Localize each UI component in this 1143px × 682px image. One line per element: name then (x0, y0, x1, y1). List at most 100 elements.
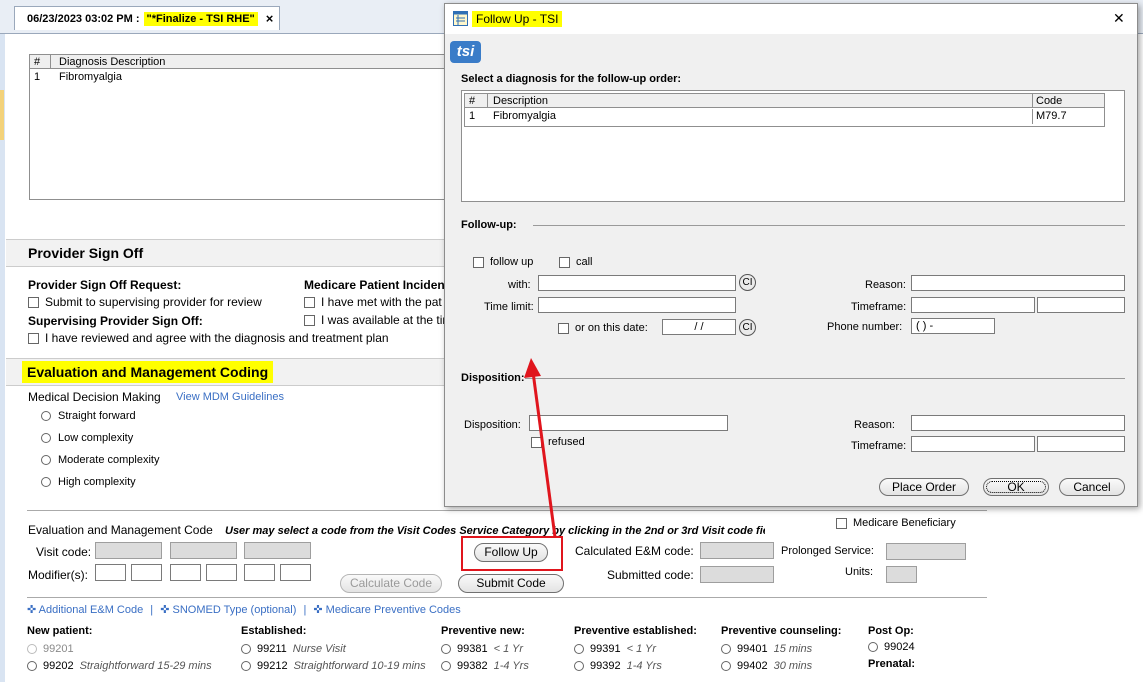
date-picker-button[interactable]: CI (739, 319, 756, 336)
modifier-field[interactable] (131, 564, 162, 581)
radio[interactable] (241, 661, 251, 671)
table-row[interactable]: 1 Fibromyalgia M79.7 (465, 109, 1104, 124)
additional-em-code-link[interactable]: ✜ Additional E&M Code (27, 604, 143, 616)
visit-code-option[interactable]: 99402 30 mins (721, 660, 841, 672)
time-limit-input[interactable] (538, 297, 736, 313)
tab-finalize[interactable]: 06/23/2023 03:02 PM : "*Finalize - TSI R… (14, 6, 281, 30)
checkbox[interactable] (558, 322, 569, 334)
follow-up-dialog: Follow Up - TSI ✕ tsi Select a diagnosis… (444, 3, 1138, 507)
checkbox[interactable] (836, 517, 847, 529)
visit-code-option[interactable]: 99381 < 1 Yr (441, 643, 529, 655)
place-order-button[interactable]: Place Order (879, 478, 969, 496)
close-icon[interactable]: ✕ (1113, 10, 1125, 27)
timeframe-unit-input[interactable] (1037, 297, 1125, 313)
visit-code-option[interactable]: 99212 Straightforward 10-19 mins (241, 660, 426, 672)
follow-up-checkbox[interactable]: follow up (473, 256, 533, 268)
modifier-field[interactable] (95, 564, 126, 581)
group-title: New patient: (27, 625, 93, 637)
call-checkbox[interactable]: call (559, 256, 593, 268)
visit-code-field-1[interactable] (95, 542, 162, 559)
calculate-code-button[interactable]: Calculate Code (340, 574, 442, 593)
modifier-field[interactable] (206, 564, 237, 581)
or-date-checkbox[interactable]: or on this date: (558, 322, 648, 334)
radio[interactable] (41, 433, 51, 443)
submit-review-checkbox[interactable]: Submit to supervising provider for revie… (28, 295, 262, 309)
medicare-beneficiary-checkbox[interactable]: Medicare Beneficiary (836, 517, 956, 529)
modifier-field[interactable] (280, 564, 311, 581)
visit-code-option[interactable]: 99382 1-4 Yrs (441, 660, 529, 672)
mdm-option-high[interactable]: High complexity (41, 476, 136, 488)
radio[interactable] (241, 644, 251, 654)
disposition-timeframe-unit-input[interactable] (1037, 436, 1125, 452)
followup-diagnosis-grid[interactable]: # Description Code 1 Fibromyalgia M79.7 (461, 90, 1125, 202)
visit-code-option[interactable]: 99201 (27, 643, 212, 655)
radio[interactable] (41, 455, 51, 465)
visit-code-option[interactable]: 99024 (868, 641, 915, 653)
visit-code-option[interactable]: 99202 Straightforward 15-29 mins (27, 660, 212, 672)
visit-code-field-3[interactable] (244, 542, 311, 559)
checkbox-label: Medicare Beneficiary (853, 517, 956, 529)
visit-code-option[interactable]: 99392 1-4 Yrs (574, 660, 697, 672)
checkbox[interactable] (531, 436, 542, 448)
visit-code-option[interactable]: 99211 Nurse Visit (241, 643, 426, 655)
visit-code-option[interactable]: 99391 < 1 Yr (574, 643, 697, 655)
column-diagnosis: Diagnosis Description (59, 56, 166, 68)
checkbox[interactable] (473, 256, 484, 268)
checkbox[interactable] (28, 332, 39, 344)
mdm-option-moderate[interactable]: Moderate complexity (41, 454, 160, 466)
checkbox[interactable] (559, 256, 570, 268)
code: 99211 (257, 643, 287, 655)
radio[interactable] (721, 661, 731, 671)
radio[interactable] (41, 477, 51, 487)
submit-code-button[interactable]: Submit Code (458, 574, 564, 593)
radio[interactable] (27, 661, 37, 671)
available-checkbox[interactable]: I was available at the tir (304, 313, 446, 327)
cancel-button[interactable]: Cancel (1059, 478, 1125, 496)
radio[interactable] (574, 644, 584, 654)
checkbox[interactable] (304, 314, 315, 326)
units-field (886, 566, 917, 583)
column-num: # (34, 56, 41, 68)
ok-button[interactable]: OK (983, 478, 1049, 496)
checkbox[interactable] (28, 296, 39, 308)
snomed-type-link[interactable]: ✜ SNOMED Type (optional) (160, 604, 296, 616)
with-input[interactable] (538, 275, 736, 291)
select-diagnosis-label: Select a diagnosis for the follow-up ord… (461, 73, 682, 85)
close-icon[interactable]: × (266, 11, 274, 26)
disposition-reason-input[interactable] (911, 415, 1125, 431)
checkbox-label: I was available at the tir (321, 313, 447, 327)
disposition-input[interactable] (529, 415, 728, 431)
phone-input[interactable]: ( ) - (911, 318, 995, 334)
visit-code-option[interactable]: 99401 15 mins (721, 643, 841, 655)
radio[interactable] (868, 642, 878, 652)
radio[interactable] (441, 644, 451, 654)
medicare-preventive-codes-link[interactable]: ✜ Medicare Preventive Codes (313, 604, 460, 616)
radio[interactable] (574, 661, 584, 671)
mdm-guidelines-link[interactable]: View MDM Guidelines (176, 391, 284, 403)
timeframe-label: Timeframe: (851, 301, 907, 313)
modifier-field[interactable] (170, 564, 201, 581)
modifier-field[interactable] (244, 564, 275, 581)
met-patient-checkbox[interactable]: I have met with the pat (304, 295, 442, 309)
radio[interactable] (441, 661, 451, 671)
follow-up-button[interactable]: Follow Up (474, 543, 548, 562)
mdm-option-straightforward[interactable]: Straight forward (41, 410, 136, 422)
reason-input[interactable] (911, 275, 1125, 291)
medicare-incident-label: Medicare Patient Incident S (304, 278, 461, 292)
visit-code-field-2[interactable] (170, 542, 237, 559)
date-input[interactable]: / / (662, 319, 736, 335)
checkbox[interactable] (304, 296, 315, 308)
diagnosis-grid[interactable]: # Diagnosis Description 1 Fibromyalgia (29, 54, 449, 200)
radio[interactable] (41, 411, 51, 421)
refused-checkbox[interactable]: refused (531, 436, 585, 448)
disposition-timeframe-input[interactable] (911, 436, 1035, 452)
row-num: 1 (34, 71, 41, 83)
table-row[interactable]: 1 Fibromyalgia (30, 70, 448, 85)
radio[interactable] (27, 644, 37, 654)
ci-lookup-button[interactable]: CI (739, 274, 756, 291)
divider (27, 510, 987, 511)
mdm-option-low[interactable]: Low complexity (41, 432, 133, 444)
reviewed-checkbox[interactable]: I have reviewed and agree with the diagn… (28, 331, 389, 345)
radio[interactable] (721, 644, 731, 654)
timeframe-input[interactable] (911, 297, 1035, 313)
